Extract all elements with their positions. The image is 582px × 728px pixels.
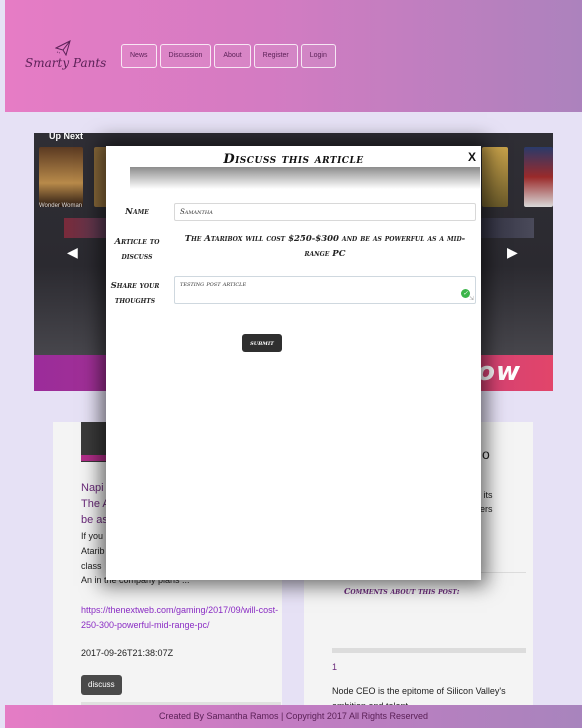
- name-label: Name: [125, 207, 149, 217]
- chevron-right-icon[interactable]: ▶: [507, 245, 518, 261]
- close-button[interactable]: X: [468, 150, 476, 164]
- comments-heading: Comments about this post:: [344, 586, 460, 596]
- chevron-left-icon[interactable]: ◀: [67, 245, 78, 261]
- thoughts-textarea[interactable]: testing post article ✓ ⇲: [174, 276, 476, 304]
- brand-logo[interactable]: Smarty Pants: [25, 40, 107, 74]
- poster-caption: Wonder Woman: [39, 203, 83, 209]
- poster-thumbnail[interactable]: [482, 147, 508, 207]
- comment-number[interactable]: 1: [332, 662, 337, 672]
- main-nav: News Discussion About Register Login: [121, 44, 336, 68]
- site-footer: Created By Samantha Ramos | Copyright 20…: [5, 705, 582, 728]
- article-to-discuss: The Ataribox will cost $250-$300 and be …: [184, 234, 466, 259]
- card-title-fragment: o: [482, 446, 490, 462]
- site-header: Smarty Pants News Discussion About Regis…: [5, 0, 582, 112]
- nav-item-discussion[interactable]: Discussion: [159, 44, 212, 68]
- nav-item-login[interactable]: Login: [300, 44, 336, 68]
- nav-item-register[interactable]: Register: [253, 44, 298, 68]
- article-label: Article to discuss: [114, 237, 160, 262]
- submit-button[interactable]: submit: [242, 334, 282, 352]
- resize-grip-icon[interactable]: ⇲: [469, 296, 474, 302]
- discuss-button[interactable]: discuss: [81, 675, 122, 695]
- divider: [332, 648, 526, 653]
- article-description: If you Atarib class: [81, 531, 105, 571]
- article-date: 2017-09-26T21:38:07Z: [81, 648, 174, 658]
- article-link[interactable]: https://thenextweb.com/gaming/2017/09/wi…: [81, 603, 281, 633]
- brand-name: Smarty Pants: [25, 56, 107, 70]
- nav-item-news[interactable]: News: [121, 44, 157, 68]
- up-next-label: Up Next: [49, 133, 84, 141]
- poster-thumbnail[interactable]: [39, 147, 83, 207]
- name-field[interactable]: Samantha: [174, 203, 476, 221]
- nav-item-about[interactable]: About: [214, 44, 251, 68]
- thoughts-text: testing post article: [180, 280, 247, 288]
- thoughts-label: Share your thoughts: [110, 281, 160, 306]
- card-text-fragment: ers: [480, 504, 493, 514]
- modal-title: Discuss this article: [223, 152, 364, 167]
- poster-thumbnail[interactable]: [524, 147, 553, 207]
- discuss-modal: Discuss this article X Name Samantha Art…: [106, 146, 481, 580]
- modal-title-shadow: [130, 167, 480, 189]
